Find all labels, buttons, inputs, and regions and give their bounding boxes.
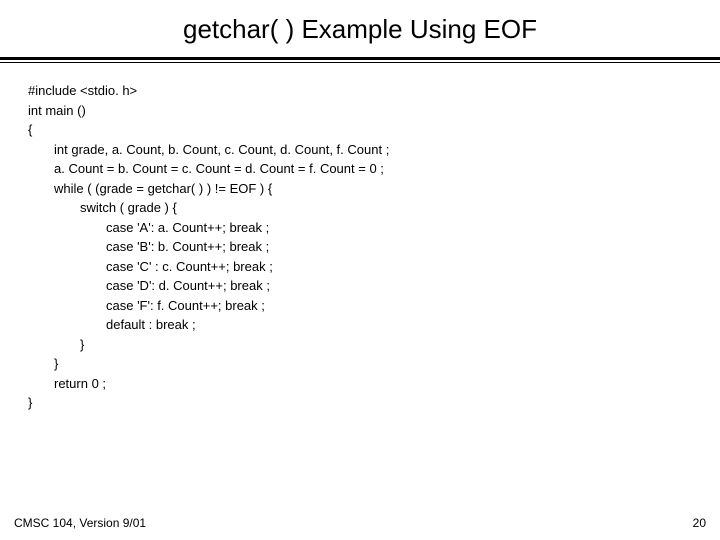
- code-line: int grade, a. Count, b. Count, c. Count,…: [28, 140, 692, 160]
- code-line: }: [28, 335, 692, 355]
- code-line: #include <stdio. h>: [28, 81, 692, 101]
- code-line: case 'D': d. Count++; break ;: [28, 276, 692, 296]
- code-line: return 0 ;: [28, 374, 692, 394]
- footer-page-number: 20: [693, 516, 706, 530]
- slide-title: getchar( ) Example Using EOF: [0, 0, 720, 57]
- footer-left: CMSC 104, Version 9/01: [14, 516, 146, 530]
- code-line: }: [28, 354, 692, 374]
- code-line: while ( (grade = getchar( ) ) != EOF ) {: [28, 179, 692, 199]
- code-block: #include <stdio. h> int main () { int gr…: [0, 67, 720, 413]
- code-line: case 'F': f. Count++; break ;: [28, 296, 692, 316]
- title-divider: [0, 57, 720, 67]
- code-line: case 'A': a. Count++; break ;: [28, 218, 692, 238]
- code-line: }: [28, 393, 692, 413]
- code-line: case 'C' : c. Count++; break ;: [28, 257, 692, 277]
- code-line: a. Count = b. Count = c. Count = d. Coun…: [28, 159, 692, 179]
- code-line: case 'B': b. Count++; break ;: [28, 237, 692, 257]
- footer: CMSC 104, Version 9/01 20: [14, 516, 706, 530]
- code-line: switch ( grade ) {: [28, 198, 692, 218]
- code-line: {: [28, 120, 692, 140]
- code-line: default : break ;: [28, 315, 692, 335]
- code-line: int main (): [28, 101, 692, 121]
